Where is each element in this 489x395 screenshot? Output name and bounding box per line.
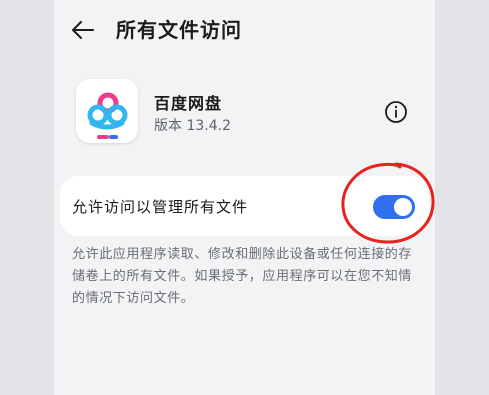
arrow-left-icon xyxy=(72,21,94,39)
app-icon xyxy=(76,79,138,143)
setting-description: 允许此应用程序读取、修改和删除此设备或任何连接的存储卷上的所有文件。如果授予，应… xyxy=(72,247,413,306)
all-files-access-toggle[interactable] xyxy=(373,195,415,219)
app-info-button[interactable] xyxy=(384,100,408,124)
page-title: 所有文件访问 xyxy=(116,18,242,42)
baidu-netdisk-logo xyxy=(87,92,128,139)
toggle-knob xyxy=(394,198,412,216)
back-button[interactable] xyxy=(68,16,98,44)
app-version: 版本 13.4.2 xyxy=(154,118,231,134)
app-name: 百度网盘 xyxy=(154,94,223,113)
setting-label: 允许访问以管理所有文件 xyxy=(72,198,249,216)
info-icon xyxy=(385,101,407,123)
phone-screen: 所有文件访问 百度网盘 版本 13.4.2 允许访问以管理所有文件 允许此应用程… xyxy=(54,0,435,395)
all-files-access-setting[interactable]: 允许访问以管理所有文件 xyxy=(60,176,429,236)
